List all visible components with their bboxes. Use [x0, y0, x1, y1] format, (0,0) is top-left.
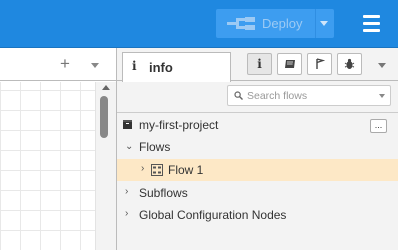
main-menu-button[interactable]: [354, 10, 388, 38]
deploy-label: Deploy: [262, 16, 303, 31]
hamburger-icon: [363, 15, 380, 18]
tree-label: Subflows: [139, 186, 188, 200]
canvas-scrollbar[interactable]: [95, 82, 116, 250]
scroll-thumb[interactable]: [100, 96, 108, 138]
deploy-button[interactable]: Deploy: [216, 9, 334, 38]
tree-item-subflows[interactable]: › Subflows: [117, 182, 398, 204]
divider: [117, 112, 398, 113]
search-icon: [234, 91, 243, 100]
tree-item-flows[interactable]: ⌄ Flows: [117, 136, 398, 158]
tree-label: Flow 1: [168, 163, 204, 177]
flag-icon: [315, 58, 325, 69]
sidebar-menu-caret-icon[interactable]: [378, 63, 386, 68]
debug-tab-button[interactable]: [337, 53, 362, 75]
project-icon: [123, 120, 132, 129]
app-header: Deploy: [0, 0, 398, 48]
info-icon: i: [132, 59, 137, 73]
flow-list-caret-icon[interactable]: [91, 63, 99, 68]
search-placeholder: Search flows: [247, 90, 308, 102]
tree-label: Global Configuration Nodes: [139, 208, 287, 222]
project-name: my-first-project: [139, 118, 219, 132]
info-icon: i: [257, 57, 262, 71]
sidebar: i info i Search flows my-first-project .…: [117, 48, 398, 250]
info-tab-button[interactable]: i: [247, 53, 272, 75]
book-icon: [284, 60, 295, 68]
flow-icon: [151, 164, 163, 176]
tree-item-global-config[interactable]: › Global Configuration Nodes: [117, 204, 398, 226]
search-flows-input[interactable]: Search flows: [227, 85, 391, 106]
tab-info[interactable]: i info: [122, 52, 231, 82]
flow-canvas[interactable]: [0, 82, 95, 250]
project-more-button[interactable]: ...: [370, 119, 387, 133]
search-options-caret-icon[interactable]: [379, 94, 385, 98]
chevron-right-icon: ›: [141, 163, 145, 174]
chevron-right-icon: ›: [125, 208, 129, 219]
chevron-right-icon: ›: [125, 186, 129, 197]
help-tab-button[interactable]: [277, 53, 302, 75]
tree-label: Flows: [139, 140, 171, 154]
deploy-icon: [227, 17, 255, 30]
config-tab-button[interactable]: [307, 53, 332, 75]
tab-info-label: info: [149, 60, 173, 75]
workspace-tabbar: +: [0, 48, 116, 81]
chevron-down-icon: ⌄: [125, 141, 134, 152]
workspace: +: [0, 48, 117, 250]
project-row[interactable]: my-first-project ...: [117, 114, 398, 136]
sidebar-tabbar: i info i: [117, 48, 398, 82]
deploy-separator: [315, 9, 316, 38]
deploy-menu-caret-icon[interactable]: [320, 21, 328, 26]
bug-icon: [344, 58, 355, 69]
scroll-up-icon[interactable]: [102, 85, 110, 90]
tree-item-flow-1[interactable]: › Flow 1: [117, 159, 398, 181]
add-flow-button[interactable]: +: [60, 55, 70, 72]
